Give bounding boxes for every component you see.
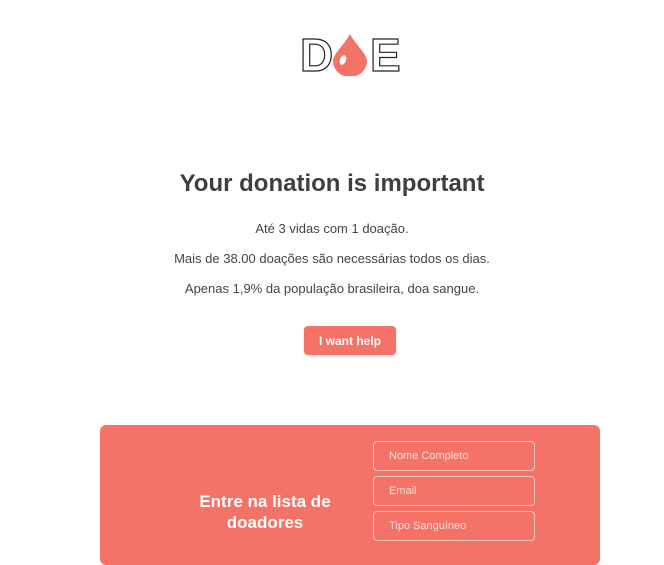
full-name-input[interactable] <box>373 441 535 471</box>
i-want-help-button[interactable]: I want help <box>304 326 396 355</box>
logo: D E <box>298 30 402 76</box>
fact-text: Mais de 38.00 doações são necessárias to… <box>174 251 490 266</box>
logo-letter-e: E <box>370 30 401 76</box>
signup-title: Entre na lista de doadores <box>199 492 331 532</box>
fact-text: Até 3 vidas com 1 doação. <box>255 221 409 236</box>
donor-signup-panel: Entre na lista de doadores <box>100 425 600 565</box>
fact-text: Apenas 1,9% da população brasileira, doa… <box>184 281 480 296</box>
blood-drop-icon <box>333 34 367 76</box>
email-input[interactable] <box>373 476 535 506</box>
blood-type-input[interactable] <box>373 511 535 541</box>
page-title: Your donation is important <box>179 170 485 197</box>
logo-letter-d: D <box>300 30 333 76</box>
